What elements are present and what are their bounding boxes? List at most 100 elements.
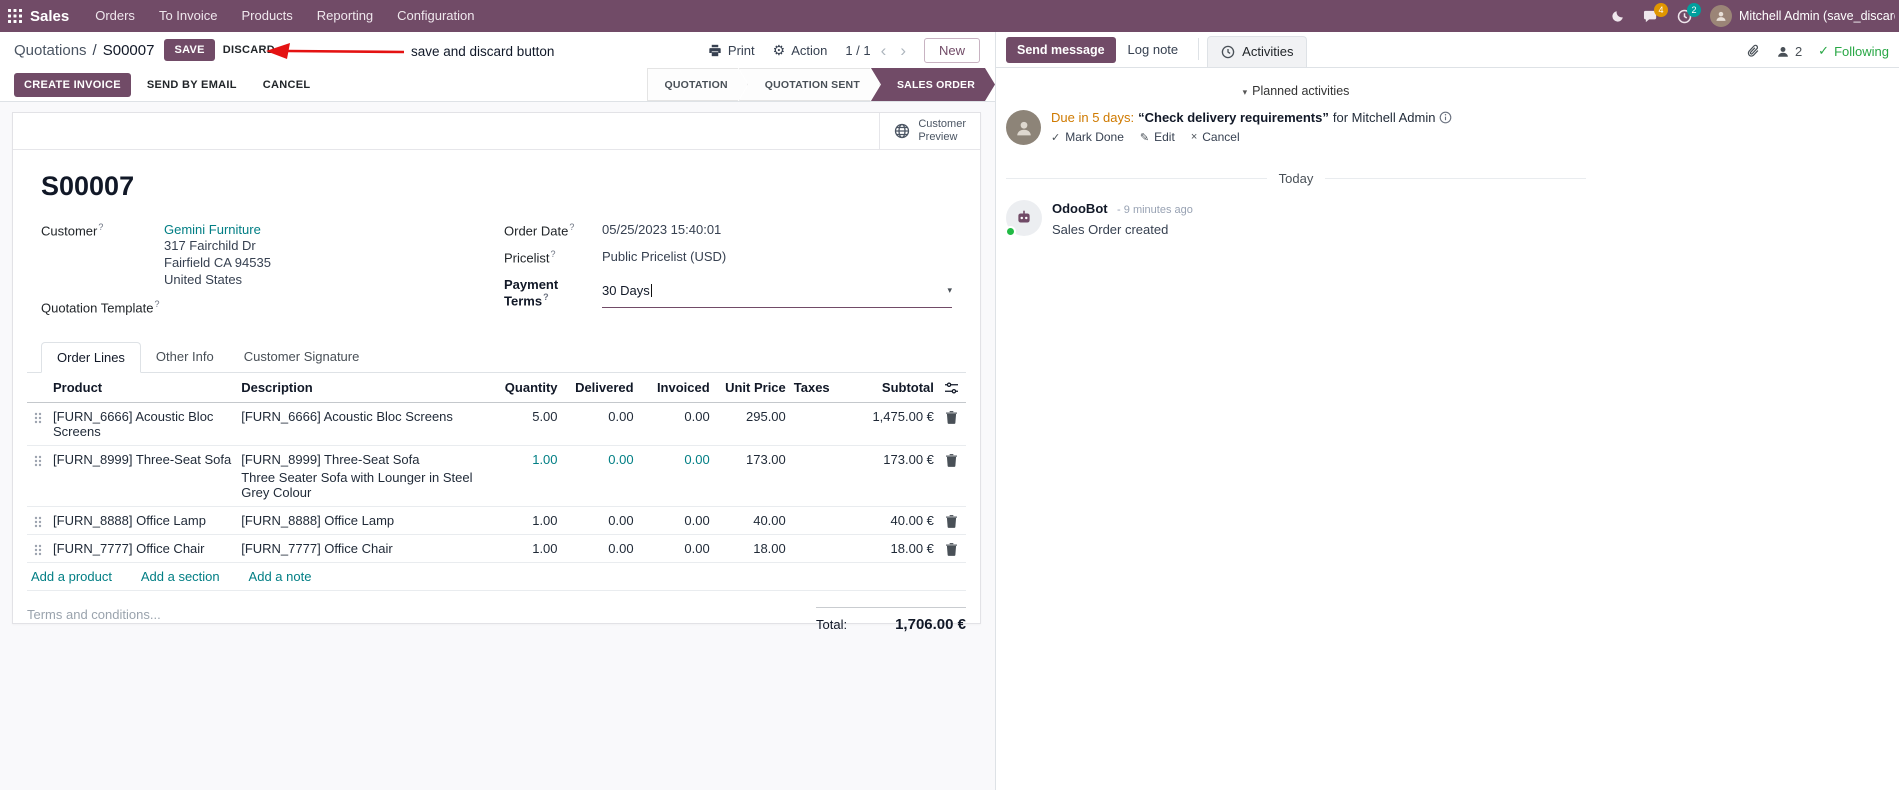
create-invoice-button[interactable]: CREATE INVOICE	[14, 72, 131, 97]
cell-product[interactable]: [FURN_6666] Acoustic Bloc Screens	[49, 402, 238, 446]
drag-handle-icon[interactable]	[27, 402, 50, 446]
stage-sales-order[interactable]: SALES ORDER	[871, 68, 995, 101]
tab-other-info[interactable]: Other Info	[141, 342, 229, 373]
add-note-link[interactable]: Add a note	[249, 569, 312, 584]
edit-activity-button[interactable]: ✎ Edit	[1140, 130, 1175, 144]
cell-description[interactable]: [FURN_7777] Office Chair	[237, 534, 490, 563]
cell-delivered[interactable]: 0.00	[561, 506, 638, 535]
new-button[interactable]: New	[923, 37, 980, 63]
pager-previous-icon[interactable]: ‹	[881, 42, 887, 59]
terms-placeholder[interactable]: Terms and conditions...	[27, 607, 161, 633]
cell-delivered[interactable]: 0.00	[561, 445, 638, 507]
log-note-button[interactable]: Log note	[1116, 36, 1191, 63]
cell-product[interactable]: [FURN_8999] Three-Seat Sofa	[49, 445, 238, 507]
cell-unit-price[interactable]: 173.00	[713, 445, 790, 507]
delete-row-icon[interactable]	[937, 402, 966, 446]
cell-quantity[interactable]: 1.00	[489, 506, 562, 535]
cell-product[interactable]: [FURN_8888] Office Lamp	[49, 506, 238, 535]
pager-value[interactable]: 1 / 1	[845, 43, 870, 58]
cell-delivered[interactable]: 0.00	[561, 534, 638, 563]
apps-grid-icon[interactable]	[0, 9, 30, 23]
activity-item: Due in 5 days: “Check delivery requireme…	[1006, 110, 1586, 145]
delete-row-icon[interactable]	[937, 445, 966, 507]
add-section-link[interactable]: Add a section	[141, 569, 220, 584]
cancel-button[interactable]: CANCEL	[253, 73, 321, 97]
quotation-template-label[interactable]: Quotation Template?	[41, 299, 160, 315]
menu-orders[interactable]: Orders	[83, 0, 147, 32]
activities-clock-icon[interactable]: 2	[1677, 2, 1701, 24]
drag-handle-icon[interactable]	[27, 445, 50, 507]
pricelist-label: Pricelist?	[504, 249, 556, 266]
cell-invoiced[interactable]: 0.00	[637, 534, 714, 563]
cell-taxes[interactable]	[789, 402, 842, 446]
payment-terms-input[interactable]: 30 Days ▾	[602, 277, 952, 308]
cell-delivered[interactable]: 0.00	[561, 402, 638, 446]
app-name[interactable]: Sales	[30, 8, 69, 25]
messages-badge: 4	[1654, 2, 1668, 17]
chatter-message: OdooBot - 9 minutes ago Sales Order crea…	[1005, 200, 1586, 237]
divider	[1198, 38, 1200, 60]
messages-icon[interactable]: 4	[1643, 2, 1668, 24]
cell-unit-price[interactable]: 40.00	[713, 506, 790, 535]
print-button[interactable]: Print	[708, 43, 755, 58]
user-menu[interactable]: Mitchell Admin (save_discard	[1710, 5, 1895, 27]
activities-tab[interactable]: Activities	[1207, 36, 1308, 67]
tab-order-lines[interactable]: Order Lines	[41, 342, 141, 374]
save-button[interactable]: SAVE	[164, 39, 215, 61]
pricelist-value[interactable]: Public Pricelist (USD)	[602, 249, 726, 265]
delete-row-icon[interactable]	[937, 506, 966, 535]
stage-quotation-sent[interactable]: QUOTATION SENT	[739, 68, 880, 101]
tab-customer-signature[interactable]: Customer Signature	[229, 342, 375, 373]
menu-to-invoice[interactable]: To Invoice	[147, 0, 230, 32]
send-by-email-button[interactable]: SEND BY EMAIL	[137, 73, 247, 97]
col-product: Product	[49, 373, 238, 404]
planned-activities-toggle[interactable]: ▾ Planned activities	[1006, 84, 1586, 98]
pager-next-icon[interactable]: ›	[900, 42, 906, 59]
dropdown-caret-icon[interactable]: ▾	[947, 285, 952, 296]
cell-taxes[interactable]	[789, 445, 842, 507]
cell-quantity[interactable]: 1.00	[489, 445, 562, 507]
payment-terms-label: Payment Terms?	[504, 276, 559, 308]
drag-handle-icon[interactable]	[27, 534, 50, 563]
cell-description[interactable]: [FURN_8999] Three-Seat Sofa Three Seater…	[237, 445, 490, 507]
cell-description[interactable]: [FURN_6666] Acoustic Bloc Screens	[237, 402, 490, 446]
info-icon[interactable]	[1439, 111, 1452, 124]
menu-reporting[interactable]: Reporting	[305, 0, 385, 32]
cancel-activity-button[interactable]: × Cancel	[1191, 130, 1240, 144]
optional-columns-icon[interactable]	[937, 373, 966, 404]
cell-invoiced[interactable]: 0.00	[637, 402, 714, 446]
menu-products[interactable]: Products	[229, 0, 304, 32]
globe-icon	[895, 123, 910, 139]
cell-product[interactable]: [FURN_7777] Office Chair	[49, 534, 238, 563]
stage-quotation[interactable]: QUOTATION	[647, 68, 748, 101]
top-navbar: Sales Orders To Invoice Products Reporti…	[0, 0, 1899, 32]
cell-unit-price[interactable]: 295.00	[713, 402, 790, 446]
menu-configuration[interactable]: Configuration	[385, 0, 486, 32]
delete-row-icon[interactable]	[937, 534, 966, 563]
cell-invoiced[interactable]: 0.00	[637, 506, 714, 535]
drag-handle-icon[interactable]	[27, 506, 50, 535]
cell-taxes[interactable]	[789, 506, 842, 535]
add-product-link[interactable]: Add a product	[31, 569, 112, 584]
cell-subtotal: 40.00 €	[841, 506, 938, 535]
following-button[interactable]: ✓ Following	[1818, 43, 1889, 59]
cell-description[interactable]: [FURN_8888] Office Lamp	[237, 506, 490, 535]
followers-button[interactable]: 2	[1776, 44, 1802, 59]
attachment-button[interactable]	[1747, 44, 1760, 58]
cell-unit-price[interactable]: 18.00	[713, 534, 790, 563]
breadcrumb-quotations[interactable]: Quotations	[14, 42, 87, 59]
cell-invoiced[interactable]: 0.00	[637, 445, 714, 507]
action-button[interactable]: ⚙ Action	[773, 42, 828, 59]
send-message-button[interactable]: Send message	[1006, 37, 1116, 63]
customer-value[interactable]: Gemini Furniture	[164, 222, 271, 237]
cell-quantity[interactable]: 5.00	[489, 402, 562, 446]
order-date-value[interactable]: 05/25/2023 15:40:01	[602, 222, 721, 238]
customer-preview-button[interactable]: Customer Preview	[879, 113, 980, 149]
dark-mode-toggle-icon[interactable]	[1611, 9, 1625, 23]
notebook-tabs: Order Lines Other Info Customer Signatur…	[27, 342, 966, 374]
mark-done-button[interactable]: ✓ Mark Done	[1051, 130, 1124, 144]
cell-taxes[interactable]	[789, 534, 842, 563]
discard-button[interactable]: DISCARD	[215, 39, 283, 61]
activities-badge: 2	[1687, 2, 1701, 17]
cell-quantity[interactable]: 1.00	[489, 534, 562, 563]
